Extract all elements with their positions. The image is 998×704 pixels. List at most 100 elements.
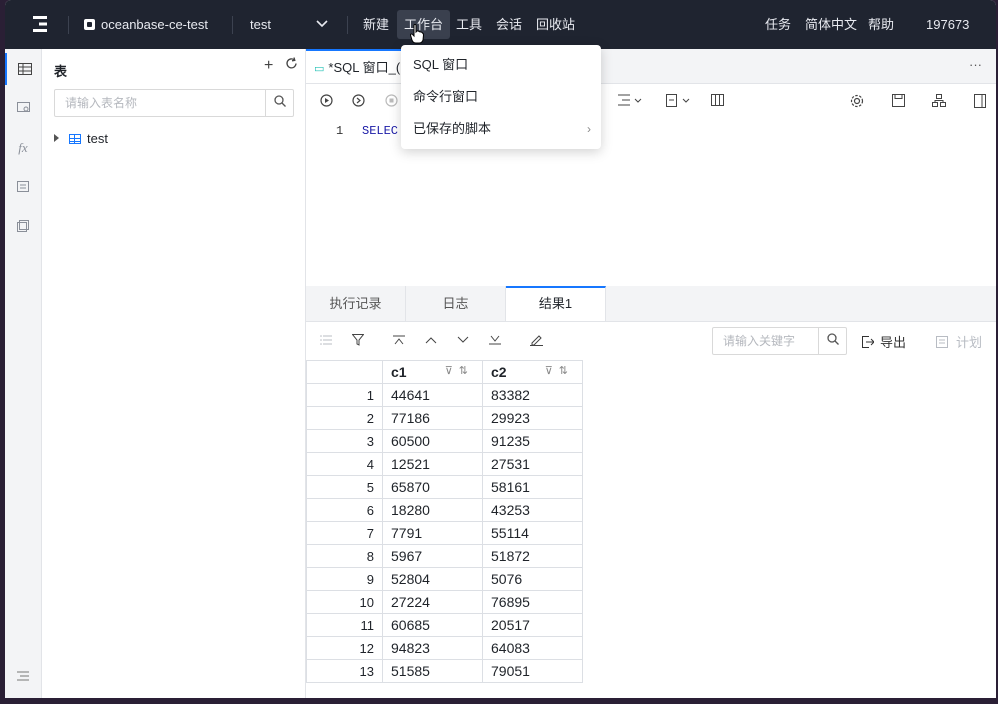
list-settings-icon[interactable] [5,669,41,684]
table-cell[interactable]: 43253 [482,498,583,522]
view-icon[interactable] [5,92,41,124]
logo-icon[interactable] [31,16,49,32]
table-cell[interactable]: 60685 [382,613,483,637]
tree-node-database[interactable]: test [54,129,108,149]
table-cell[interactable]: 83382 [482,383,583,407]
table-row[interactable]: 5 65870 58161 [306,475,583,499]
table-cell[interactable]: 64083 [482,636,583,660]
table-cell[interactable]: 76895 [482,590,583,614]
menu-new[interactable]: 新建 [363,0,389,49]
table-cell[interactable]: 94823 [382,636,483,660]
table-cell[interactable]: 27224 [382,590,483,614]
sequence-icon[interactable] [5,211,41,243]
table-search-input[interactable] [55,90,280,116]
run-icon[interactable] [318,94,334,110]
table-cell[interactable]: 44641 [382,383,483,407]
edit-icon[interactable] [530,334,543,349]
menu-item-command-window[interactable]: 命令行窗口 [401,81,601,113]
menu-tasks[interactable]: 任务 [765,0,791,49]
menu-item-saved-scripts[interactable]: 已保存的脚本 › [401,113,601,145]
column-header-c1[interactable]: c1 ⊽⇅ [382,360,483,384]
indent-icon[interactable] [616,94,644,110]
previous-row-icon[interactable] [425,334,437,348]
table-row[interactable]: 1 44641 83382 [306,383,583,407]
table-row[interactable]: 8 5967 51872 [306,544,583,568]
plan-label: 计划 [956,335,983,350]
menu-sessions[interactable]: 会话 [496,0,522,49]
table-cell[interactable]: 52804 [382,567,483,591]
menu-help[interactable]: 帮助 [868,0,894,49]
table-icon[interactable] [5,53,43,85]
row-number-cell: 12 [306,636,383,660]
table-cell[interactable]: 29923 [482,406,583,430]
first-row-icon[interactable] [393,334,405,348]
tab-execution-history[interactable]: 执行记录 [306,286,406,321]
caret-right-icon[interactable] [54,134,59,142]
structure-icon[interactable] [931,94,947,110]
table-row[interactable]: 6 18280 43253 [306,498,583,522]
table-cell[interactable]: 77186 [382,406,483,430]
filter-sort-icon[interactable]: ⊽⇅ [545,364,574,377]
list-icon[interactable] [320,334,332,348]
table-row[interactable]: 3 60500 91235 [306,429,583,453]
result-grid-body: 1 44641 83382 2 77186 29923 3 60500 91235 4 12521 2… [306,383,583,683]
table-cell[interactable]: 58161 [482,475,583,499]
user-account[interactable]: 197673 [926,0,969,49]
table-cell[interactable]: 60500 [382,429,483,453]
next-row-icon[interactable] [457,334,469,348]
table-cell[interactable]: 20517 [482,613,583,637]
stop-icon[interactable] [383,94,399,110]
settings-icon[interactable] [849,94,865,110]
tab-result-1[interactable]: 结果1 [506,286,606,321]
table-row[interactable]: 12 94823 64083 [306,636,583,660]
table-cell[interactable]: 18280 [382,498,483,522]
tab-sql-window[interactable]: ▭ *SQL 窗口_( [306,49,409,83]
language-selector[interactable]: 简体中文 [805,0,857,49]
table-row[interactable]: 4 12521 27531 [306,452,583,476]
procedure-icon[interactable] [5,171,41,203]
column-header-c2[interactable]: c2 ⊽⇅ [482,360,583,384]
database-selector[interactable]: test [250,0,271,49]
export-button[interactable]: 导出 [862,332,906,351]
table-cell[interactable]: 12521 [382,452,483,476]
menu-tools[interactable]: 工具 [456,0,482,49]
table-cell[interactable]: 7791 [382,521,483,545]
table-cell[interactable]: 91235 [482,429,583,453]
table-row[interactable]: 11 60685 20517 [306,613,583,637]
menu-item-sql-window[interactable]: SQL 窗口 [401,49,601,81]
connection-selector[interactable]: oceanbase-ce-test [84,0,208,49]
table-cell[interactable]: 27531 [482,452,583,476]
tab-log[interactable]: 日志 [406,286,506,321]
table-row[interactable]: 13 51585 79051 [306,659,583,683]
table-cell[interactable]: 5076 [482,567,583,591]
last-row-icon[interactable] [489,334,501,348]
database-icon [69,134,81,144]
table-cell[interactable]: 5967 [382,544,483,568]
search-icon[interactable] [818,328,846,354]
function-icon[interactable]: fx [5,132,41,164]
menu-recycle-bin[interactable]: 回收站 [536,0,575,49]
add-icon[interactable]: + [264,57,273,75]
run-selected-icon[interactable] [350,94,366,110]
chevron-down-icon[interactable] [316,19,328,29]
keyword-search-input[interactable] [713,328,833,354]
refresh-icon[interactable] [285,57,298,73]
plan-button[interactable]: 计划 [936,332,982,351]
table-row[interactable]: 10 27224 76895 [306,590,583,614]
table-row[interactable]: 7 7791 55114 [306,521,583,545]
filter-sort-icon[interactable]: ⊽⇅ [445,364,474,377]
split-view-icon[interactable] [709,94,725,110]
table-cell[interactable]: 79051 [482,659,583,683]
more-icon[interactable]: ··· [969,57,982,72]
format-icon[interactable] [664,94,692,110]
table-cell[interactable]: 65870 [382,475,483,499]
table-cell[interactable]: 51585 [382,659,483,683]
table-row[interactable]: 2 77186 29923 [306,406,583,430]
table-cell[interactable]: 55114 [482,521,583,545]
document-icon[interactable] [972,94,988,110]
search-icon[interactable] [265,90,293,116]
table-row[interactable]: 9 52804 5076 [306,567,583,591]
table-cell[interactable]: 51872 [482,544,583,568]
filter-icon[interactable] [351,334,365,349]
save-icon[interactable] [890,94,906,110]
